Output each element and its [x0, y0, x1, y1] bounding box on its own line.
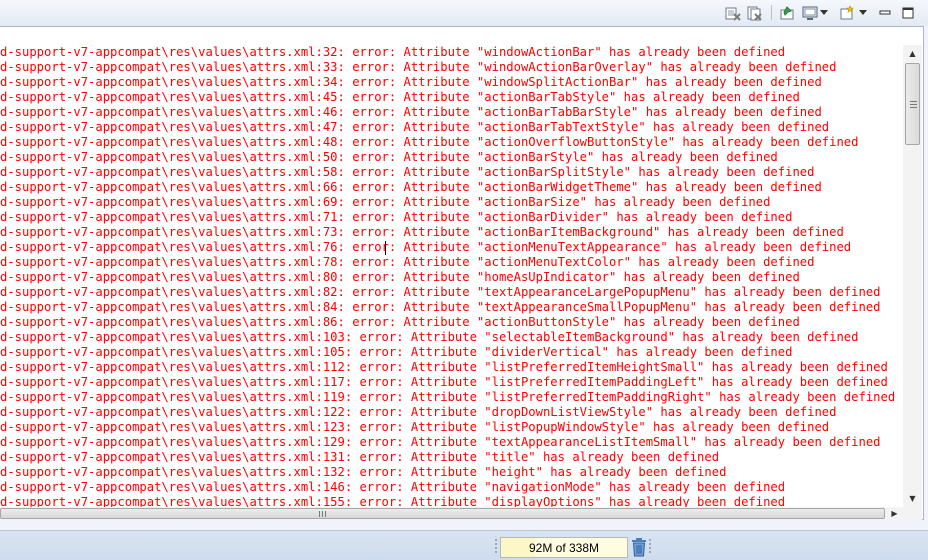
- console-output[interactable]: d-support-v7-appcompat\res\values\attrs.…: [0, 45, 903, 507]
- console-line: d-support-v7-appcompat\res\values\attrs.…: [0, 120, 830, 134]
- console-line: d-support-v7-appcompat\res\values\attrs.…: [0, 75, 822, 89]
- console-line: d-support-v7-appcompat\res\values\attrs.…: [0, 165, 815, 179]
- horizontal-scroll-thumb[interactable]: [0, 508, 885, 519]
- trash-icon[interactable]: [631, 537, 647, 557]
- console-line: d-support-v7-appcompat\res\values\attrs.…: [0, 300, 881, 314]
- console-line: d-support-v7-appcompat\res\values\attrs.…: [0, 105, 822, 119]
- chevron-down-icon[interactable]: [818, 4, 830, 21]
- scroll-right-icon[interactable]: ▶: [887, 507, 902, 520]
- console-line: d-support-v7-appcompat\res\values\attrs.…: [0, 360, 888, 374]
- console-line: d-support-v7-appcompat\res\values\attrs.…: [0, 390, 896, 404]
- console-line: d-support-v7-appcompat\res\values\attrs.…: [0, 255, 815, 269]
- text-cursor: [385, 241, 386, 255]
- console-line: d-support-v7-appcompat\res\values\attrs.…: [0, 465, 727, 479]
- console-line: d-support-v7-appcompat\res\values\attrs.…: [0, 135, 859, 149]
- console-line: d-support-v7-appcompat\res\values\attrs.…: [0, 60, 837, 74]
- vertical-scrollbar[interactable]: ▲ ▼: [903, 45, 922, 507]
- chevron-down-icon[interactable]: [857, 4, 869, 21]
- console-line: d-support-v7-appcompat\res\values\attrs.…: [0, 270, 800, 284]
- console-view[interactable]: d-support-v7-appcompat\res\values\attrs.…: [0, 26, 924, 520]
- console-line: d-support-v7-appcompat\res\values\attrs.…: [0, 450, 720, 464]
- console-line: d-support-v7-appcompat\res\values\attrs.…: [0, 45, 786, 59]
- console-line: d-support-v7-appcompat\res\values\attrs.…: [0, 345, 793, 359]
- console-line: d-support-v7-appcompat\res\values\attrs.…: [0, 330, 859, 344]
- vertical-scroll-thumb[interactable]: [905, 63, 920, 145]
- heap-status[interactable]: 92M of 338M: [500, 537, 628, 558]
- console-line: d-support-v7-appcompat\res\values\attrs.…: [0, 150, 778, 164]
- console-line: d-support-v7-appcompat\res\values\attrs.…: [0, 195, 771, 209]
- horizontal-scrollbar[interactable]: ▶: [0, 507, 903, 520]
- console-toolbar: [0, 0, 928, 26]
- console-line: d-support-v7-appcompat\res\values\attrs.…: [0, 420, 830, 434]
- console-line: d-support-v7-appcompat\res\values\attrs.…: [0, 315, 800, 329]
- console-line: d-support-v7-appcompat\res\values\attrs.…: [0, 90, 800, 104]
- console-line: d-support-v7-appcompat\res\values\attrs.…: [0, 285, 881, 299]
- status-bar: 92M of 338M: [0, 530, 928, 560]
- heap-label: 92M of 338M: [528, 540, 600, 555]
- remove-all-terminated-icon[interactable]: [746, 4, 764, 21]
- console-line: d-support-v7-appcompat\res\values\attrs.…: [0, 405, 837, 419]
- maximize-icon[interactable]: [899, 4, 917, 21]
- open-console-icon[interactable]: [838, 4, 856, 21]
- scroll-down-icon[interactable]: ▼: [903, 490, 922, 507]
- scroll-up-icon[interactable]: ▲: [903, 45, 922, 62]
- console-line: d-support-v7-appcompat\res\values\attrs.…: [0, 210, 793, 224]
- console-line: d-support-v7-appcompat\res\values\attrs.…: [0, 480, 786, 494]
- remove-launch-icon[interactable]: [724, 4, 742, 21]
- console-line: d-support-v7-appcompat\res\values\attrs.…: [0, 225, 844, 239]
- pin-console-icon[interactable]: [778, 4, 796, 21]
- console-line: d-support-v7-appcompat\res\values\attrs.…: [0, 435, 881, 449]
- console-line: d-support-v7-appcompat\res\values\attrs.…: [0, 180, 822, 194]
- display-selected-console-icon[interactable]: [801, 4, 819, 21]
- console-line: d-support-v7-appcompat\res\values\attrs.…: [0, 240, 852, 255]
- minimize-icon[interactable]: [876, 4, 894, 21]
- console-line: d-support-v7-appcompat\res\values\attrs.…: [0, 495, 786, 507]
- console-line: d-support-v7-appcompat\res\values\attrs.…: [0, 375, 888, 389]
